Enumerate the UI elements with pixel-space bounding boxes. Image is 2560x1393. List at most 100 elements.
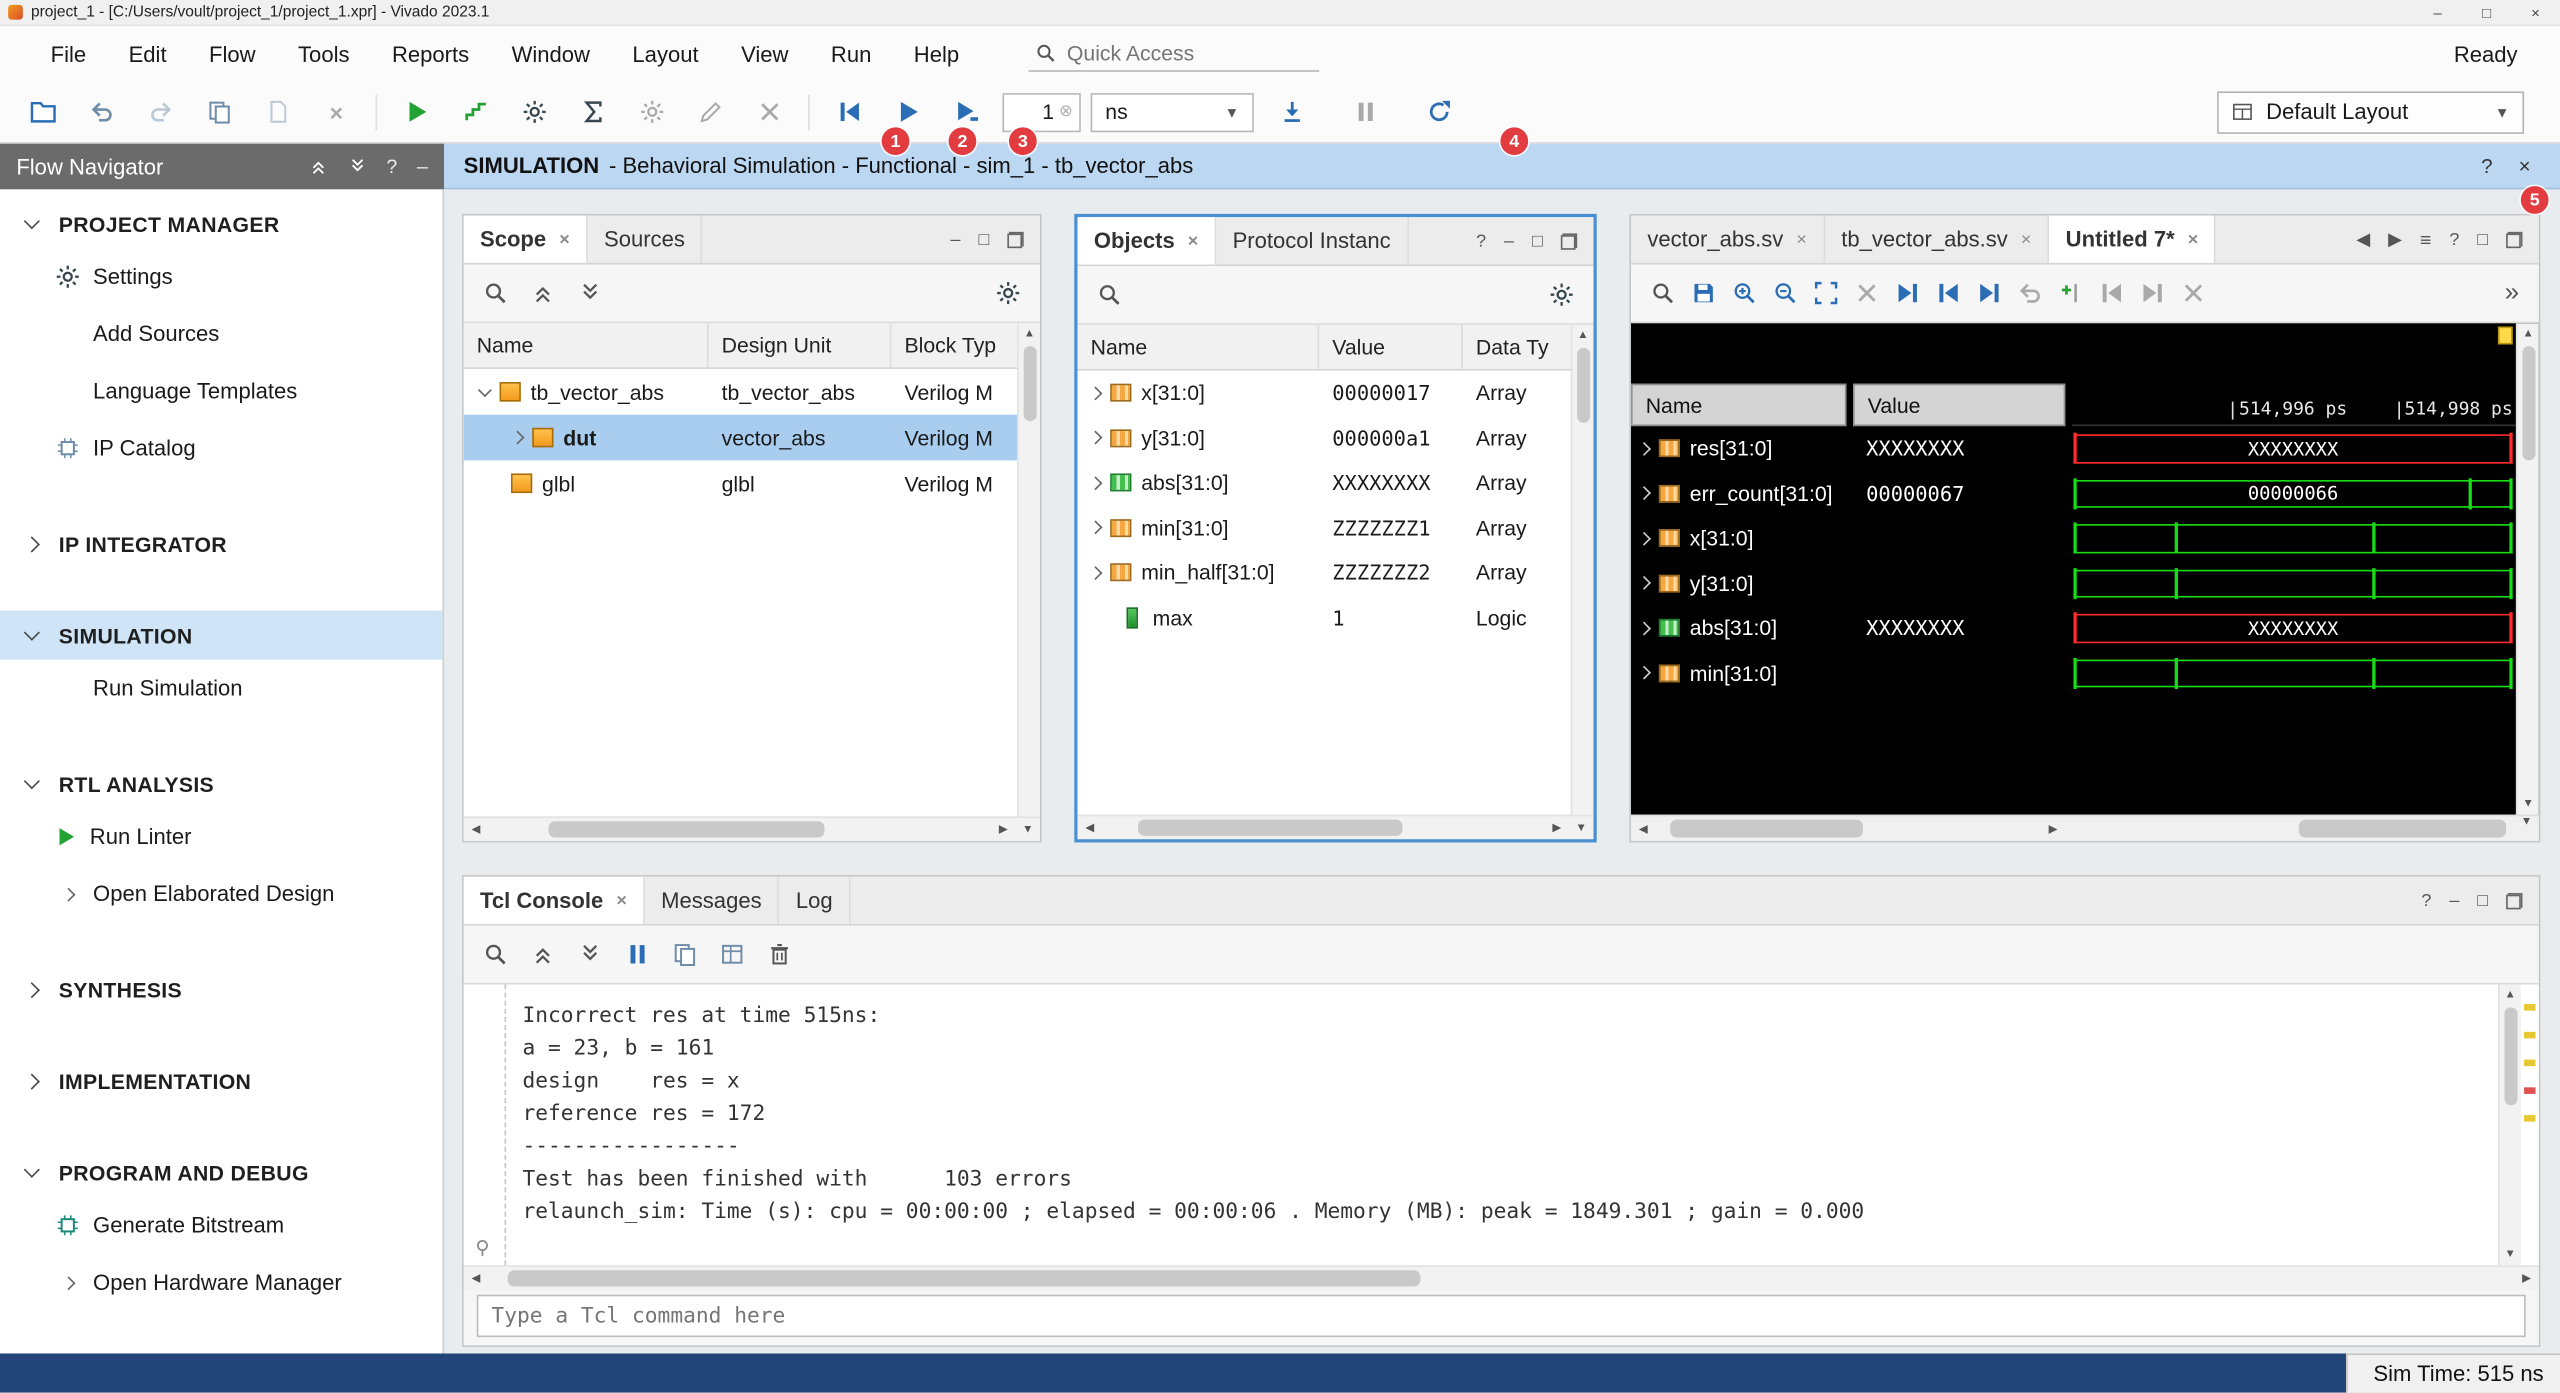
chevron-right-icon[interactable] [1637,666,1651,680]
float-panel-icon[interactable] [2506,231,2522,247]
vertical-scrollbar[interactable]: ▲ ▼ [2498,984,2521,1265]
maximize-panel-icon[interactable]: □ [2477,229,2488,249]
scroll-right-icon[interactable]: ▶ [991,823,1015,836]
menu-edit[interactable]: Edit [107,42,187,66]
float-panel-icon[interactable] [1561,233,1577,249]
scroll-up-icon[interactable]: ▲ [2505,986,2516,1004]
collapse-all-icon[interactable] [531,942,555,966]
vertical-scrollbar[interactable]: ▲ [1017,323,1040,816]
horizontal-scrollbar[interactable]: ◀ ▶ ▼ [1078,815,1594,839]
chevron-right-icon[interactable] [1089,476,1103,490]
zoom-fit-icon[interactable] [1814,281,1838,305]
wave-column-header-name[interactable]: Name [1631,384,1847,426]
collapse-all-icon[interactable] [308,157,328,177]
window-minimize-button[interactable]: – [2413,4,2462,20]
scroll-right-icon[interactable]: ▶ [1544,821,1568,834]
scrollbar-thumb[interactable] [548,821,825,837]
scrollbar-thumb[interactable] [508,1270,1420,1286]
column-header-value[interactable]: Value [1319,325,1463,369]
tab-scroll-right-icon[interactable]: ▶ [2388,229,2402,250]
maximize-panel-icon[interactable]: □ [2477,891,2488,911]
report-table-icon[interactable] [720,942,744,966]
expand-all-icon[interactable] [578,942,602,966]
chevron-right-icon[interactable] [1637,621,1651,635]
object-row-max[interactable]: max 1 Logic [1078,595,1594,640]
scroll-down-icon[interactable]: ▼ [1016,824,1040,835]
menu-view[interactable]: View [720,42,810,66]
relaunch-sim-button[interactable] [1417,91,1459,133]
wave-signal-min[interactable]: min[31:0] [1631,651,1847,696]
help-icon[interactable]: ? [2449,229,2459,249]
gear-icon[interactable] [1549,282,1573,306]
copy-icon[interactable] [673,942,697,966]
sidebar-item-ip-catalog[interactable]: IP Catalog [0,420,442,477]
chevron-down-icon[interactable] [478,382,492,396]
horizontal-scrollbar[interactable]: ◀ ▶ ▼ [464,816,1040,840]
chevron-right-icon[interactable] [1637,576,1651,590]
sidebar-item-open-hardware-manager[interactable]: Open Hardware Manager [0,1254,442,1311]
object-row-y[interactable]: y[31:0] 000000a1 Array [1078,416,1594,461]
redo-button[interactable] [139,91,181,133]
wave-signal-err-count[interactable]: err_count[31:0] [1631,471,1847,516]
minimize-panel-icon[interactable]: – [2449,891,2459,911]
chevron-right-icon[interactable] [1637,531,1651,545]
tab-tcl-console[interactable]: Tcl Console × [464,877,645,924]
scrollbar-thumb[interactable] [2299,820,2506,838]
sidebar-item-add-sources[interactable]: Add Sources [0,305,442,362]
scroll-up-icon[interactable]: ▲ [2522,325,2533,343]
undo-button[interactable] [80,91,122,133]
scope-row-tb-vector-abs[interactable]: tb_vector_abs tb_vector_abs Verilog M [464,369,1040,415]
wave-signal-abs[interactable]: abs[31:0] [1631,606,1847,651]
object-row-min[interactable]: min[31:0] ZZZZZZZ1 Array [1078,505,1594,550]
vertical-scrollbar[interactable]: ▲ [1571,325,1594,815]
vertical-scrollbar[interactable]: ▲ ▼ [2516,323,2539,814]
zoom-in-icon[interactable] [1732,281,1756,305]
scrollbar-thumb[interactable] [2504,1007,2517,1105]
scroll-down-icon[interactable]: ▼ [2514,816,2538,840]
sidebar-item-language-templates[interactable]: Language Templates [0,362,442,419]
tab-list-icon[interactable]: ≡ [2420,228,2431,251]
scroll-down-icon[interactable]: ▼ [2505,1246,2516,1264]
search-icon[interactable] [483,281,507,305]
chevron-right-icon[interactable] [1637,487,1651,501]
object-row-min-half[interactable]: min_half[31:0] ZZZZZZZ2 Array [1078,550,1594,595]
scope-row-dut[interactable]: dut vector_abs Verilog M [464,415,1040,461]
wave-signal-y[interactable]: y[31:0] [1631,561,1847,606]
clear-console-icon[interactable] [767,942,791,966]
paste-button[interactable] [256,91,298,133]
help-icon[interactable]: ? [1476,231,1486,251]
tab-log[interactable]: Log [780,877,851,924]
go-to-time-icon[interactable] [1896,281,1920,305]
scroll-left-icon[interactable]: ◀ [1631,822,1655,835]
flow-section-implementation[interactable]: IMPLEMENTATION [0,1056,442,1105]
flow-section-ip-integrator[interactable]: IP INTEGRATOR [0,519,442,568]
save-waveform-icon[interactable] [1691,281,1715,305]
menu-help[interactable]: Help [893,42,981,66]
scroll-right-icon[interactable]: ▶ [2514,1272,2538,1285]
tab-sources[interactable]: Sources [588,216,703,263]
minimize-panel-icon[interactable]: – [1504,231,1514,251]
menu-reports[interactable]: Reports [371,42,491,66]
scroll-left-icon[interactable]: ◀ [464,1272,488,1285]
wave-plot-area[interactable]: 514,996 ps 514,998 ps XXXXXXXX 00000066 [2072,323,2516,814]
chevron-right-icon[interactable] [1089,431,1103,445]
pause-output-icon[interactable] [625,942,649,966]
tab-messages[interactable]: Messages [645,877,780,924]
wave-signal-x[interactable]: x[31:0] [1631,516,1847,561]
tab-tb-vector-abs-sv[interactable]: tb_vector_abs.sv × [1825,216,2049,263]
chevron-right-icon[interactable] [1089,386,1103,400]
restart-sim-button[interactable] [828,91,870,133]
scroll-down-icon[interactable]: ▼ [2522,795,2533,813]
expand-all-icon[interactable] [578,281,602,305]
scroll-up-icon[interactable]: ▲ [1577,327,1588,345]
flow-section-program-and-debug[interactable]: PROGRAM AND DEBUG [0,1148,442,1197]
layout-selector[interactable]: Default Layout ▼ [2217,91,2524,133]
float-panel-icon[interactable] [2506,892,2522,908]
run-for-time-button[interactable] [945,91,987,133]
column-header-name[interactable]: Name [1078,325,1320,369]
close-tab-icon[interactable]: × [616,891,627,911]
scroll-down-icon[interactable]: ▼ [1569,822,1593,833]
window-maximize-button[interactable]: □ [2462,4,2511,20]
flow-section-rtl-analysis[interactable]: RTL ANALYSIS [0,759,442,808]
flow-section-synthesis[interactable]: SYNTHESIS [0,965,442,1014]
